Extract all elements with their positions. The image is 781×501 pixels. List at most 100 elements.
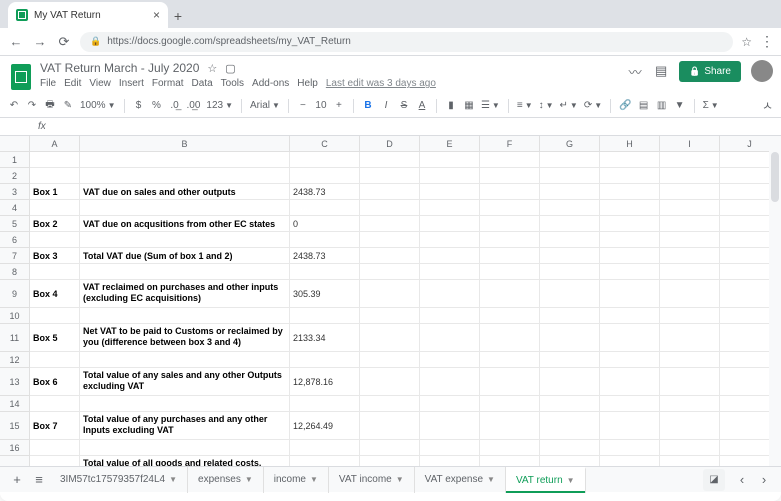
cell[interactable] <box>660 248 720 264</box>
fill-color-icon[interactable]: ▮ <box>445 100 457 111</box>
filter-icon[interactable]: ▼ <box>674 100 686 111</box>
column-header[interactable]: H <box>600 136 660 152</box>
cell[interactable] <box>660 200 720 216</box>
cell[interactable] <box>290 440 360 456</box>
cell[interactable] <box>540 248 600 264</box>
cell[interactable] <box>480 200 540 216</box>
cell[interactable] <box>420 168 480 184</box>
cell[interactable] <box>360 264 420 280</box>
cell[interactable] <box>600 324 660 352</box>
cell[interactable]: 2133.34 <box>290 324 360 352</box>
activity-icon[interactable]: 〰 <box>627 63 643 79</box>
comment-icon[interactable]: ▤ <box>638 100 650 111</box>
cell[interactable] <box>290 152 360 168</box>
cell[interactable] <box>80 152 290 168</box>
cell[interactable]: 2438.73 <box>290 184 360 200</box>
cell[interactable] <box>30 232 80 248</box>
spreadsheet-grid[interactable]: ABCDEFGHIJKL123Box 1VAT due on sales and… <box>0 136 781 466</box>
sheet-tab[interactable]: VAT expense▼ <box>415 467 506 493</box>
cell[interactable] <box>420 264 480 280</box>
cell[interactable] <box>420 352 480 368</box>
cell[interactable] <box>420 440 480 456</box>
row-header[interactable]: 1 <box>0 152 30 168</box>
cell[interactable] <box>660 216 720 232</box>
cell[interactable] <box>290 352 360 368</box>
cell[interactable] <box>600 308 660 324</box>
cell[interactable] <box>360 308 420 324</box>
reload-icon[interactable]: ⟳ <box>56 34 72 50</box>
cell[interactable]: Box 7 <box>30 412 80 440</box>
row-header[interactable]: 14 <box>0 396 30 412</box>
cell[interactable]: 12,878.16 <box>290 368 360 396</box>
cell[interactable] <box>360 440 420 456</box>
font-size-inc[interactable]: + <box>333 100 345 111</box>
cell[interactable] <box>660 396 720 412</box>
cell[interactable] <box>540 264 600 280</box>
cell[interactable] <box>480 232 540 248</box>
cell[interactable] <box>540 324 600 352</box>
cell[interactable] <box>600 352 660 368</box>
menu-edit[interactable]: Edit <box>64 78 81 89</box>
cell[interactable]: Box 3 <box>30 248 80 264</box>
cell[interactable] <box>540 184 600 200</box>
cell[interactable]: Total VAT due (Sum of box 1 and 2) <box>80 248 290 264</box>
cell[interactable] <box>360 216 420 232</box>
cell[interactable] <box>30 168 80 184</box>
cell[interactable] <box>480 152 540 168</box>
sheet-nav-right[interactable]: › <box>753 472 775 487</box>
column-header[interactable]: I <box>660 136 720 152</box>
cell[interactable] <box>420 248 480 264</box>
move-icon[interactable]: ▢ <box>225 62 235 75</box>
cell[interactable] <box>290 264 360 280</box>
cell[interactable] <box>480 264 540 280</box>
cell[interactable] <box>420 456 480 466</box>
row-header[interactable]: 11 <box>0 324 30 352</box>
cell[interactable]: - <box>290 456 360 466</box>
cell[interactable] <box>80 232 290 248</box>
new-tab-button[interactable]: + <box>168 8 188 28</box>
chart-icon[interactable]: ▥ <box>656 100 668 111</box>
percent-icon[interactable]: % <box>151 100 163 111</box>
menu-add-ons[interactable]: Add-ons <box>252 78 289 89</box>
cell[interactable]: Box 2 <box>30 216 80 232</box>
text-color-icon[interactable]: A <box>416 100 428 111</box>
link-icon[interactable]: 🔗 <box>619 100 631 111</box>
cell[interactable] <box>360 412 420 440</box>
row-header[interactable]: 9 <box>0 280 30 308</box>
sheet-tab[interactable]: 3IM57tc17579357f24L4▼ <box>50 467 188 493</box>
share-button[interactable]: Share <box>679 61 741 82</box>
column-header[interactable]: A <box>30 136 80 152</box>
cell[interactable] <box>360 456 420 466</box>
explore-button[interactable]: ◪ <box>703 469 725 491</box>
cell[interactable] <box>290 168 360 184</box>
cell[interactable] <box>660 184 720 200</box>
zoom-select[interactable]: 100%▼ <box>80 100 116 111</box>
row-header[interactable]: 3 <box>0 184 30 200</box>
cell[interactable] <box>480 324 540 352</box>
cell[interactable]: 12,264.49 <box>290 412 360 440</box>
row-header[interactable]: 16 <box>0 440 30 456</box>
cell[interactable] <box>540 232 600 248</box>
rotate-icon[interactable]: ⟳▼ <box>584 100 602 111</box>
cell[interactable] <box>480 308 540 324</box>
cell[interactable]: VAT due on sales and other outputs <box>80 184 290 200</box>
sheet-nav-left[interactable]: ‹ <box>731 472 753 487</box>
column-header[interactable]: D <box>360 136 420 152</box>
cell[interactable] <box>600 368 660 396</box>
cell[interactable] <box>540 152 600 168</box>
cell[interactable] <box>480 352 540 368</box>
row-header[interactable]: 5 <box>0 216 30 232</box>
column-header[interactable]: G <box>540 136 600 152</box>
cell[interactable] <box>480 456 540 466</box>
cell[interactable] <box>420 280 480 308</box>
cell[interactable] <box>80 396 290 412</box>
collapse-toolbar-icon[interactable]: ㅅ <box>762 97 773 114</box>
row-header[interactable]: 8 <box>0 264 30 280</box>
cell[interactable] <box>540 368 600 396</box>
row-header[interactable]: 4 <box>0 200 30 216</box>
sheet-tab[interactable]: VAT return▼ <box>506 467 586 493</box>
cell[interactable] <box>660 412 720 440</box>
cell[interactable]: VAT due on acqusitions from other EC sta… <box>80 216 290 232</box>
row-header[interactable]: 2 <box>0 168 30 184</box>
row-header[interactable]: 7 <box>0 248 30 264</box>
